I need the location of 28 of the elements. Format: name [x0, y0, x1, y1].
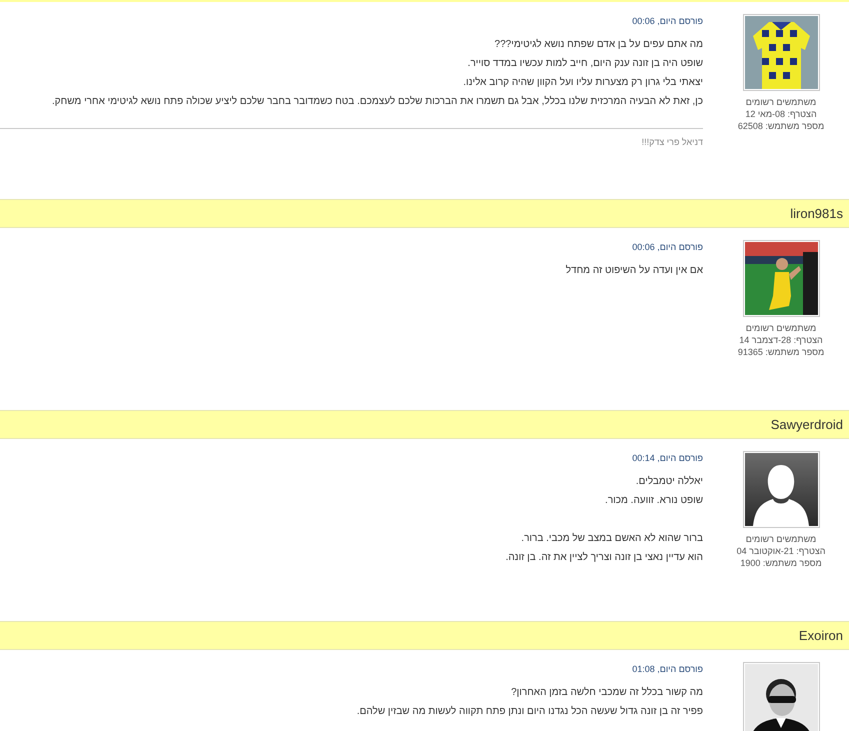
post-text: ברור שהוא לא האשם במצב של מכבי. ברור.: [520, 532, 703, 546]
join-date: הצטרף: 28-דצמבר 14: [739, 334, 823, 346]
user-group: משתמשים רשומים: [746, 96, 816, 108]
post-text: הוא עדיין נאצי בן זונה וצריך לציין את זה. בן זונה.: [504, 550, 703, 565]
user-group: משתמשים רשומים: [746, 533, 816, 545]
user-number: מספר משתמש: 91365: [738, 346, 824, 358]
user-group: משתמשים רשומים: [746, 322, 816, 334]
username[interactable]: Sawyerdroid: [770, 417, 843, 432]
post-text: מה אתם עפים על בן אדם שפתח נושא לגיטימי???: [494, 38, 703, 52]
post-text: כן, זאת לא הבעיה המרכזית שלנו בכלל, אבל גם תשמרו את הברכות שלכם לעצמכם. בטח כשמדובר בחבר שלכם ליציע שכולה פתח נושא לגיטימי אחרי משחק.: [50, 94, 703, 109]
post-text: יצאתי בלי גרון רק מצערות עליו ועל הקוון שהיה קרוב אלינו.: [462, 76, 703, 90]
post-text: יאללה יטמבלים.: [634, 474, 703, 489]
signature: דניאל פרי צדק!!!: [640, 137, 703, 147]
post-text: שופט נורא. זוועה. מכור.: [604, 494, 703, 508]
user-number: מספר משתמש: 1900: [740, 557, 822, 569]
username[interactable]: Exoiron: [798, 628, 843, 643]
post-text: שופט היה בן זונה ענק היום, חייב למות עכשיו במדד סוייר.: [466, 56, 703, 71]
post-text: פפיר זה בן זונה גדול שעשה הכל נגדנו היום ונתן פתח תקווה לעשות מה שבזין שלהם.: [356, 704, 703, 719]
post-date: פורסם היום, 01:08: [631, 663, 703, 676]
join-date: הצטרף: 21-אוקטובר 04: [736, 545, 826, 557]
post-text: מה קשור בכלל זה שמכבי חלשה בזמן האחרון?: [510, 686, 703, 700]
post-text: אם אין ועדה על השיפוט זה מחדל: [564, 264, 703, 278]
post-date: פורסם היום, 00:06: [631, 15, 703, 28]
username[interactable]: liron981s: [790, 206, 843, 221]
post-date: פורסם היום, 00:14: [631, 452, 703, 465]
user-number: מספר משתמש: 62508: [738, 120, 824, 132]
join-date: הצטרף: 08-מאי 12: [745, 108, 817, 120]
post-date: פורסם היום, 00:06: [631, 241, 703, 254]
